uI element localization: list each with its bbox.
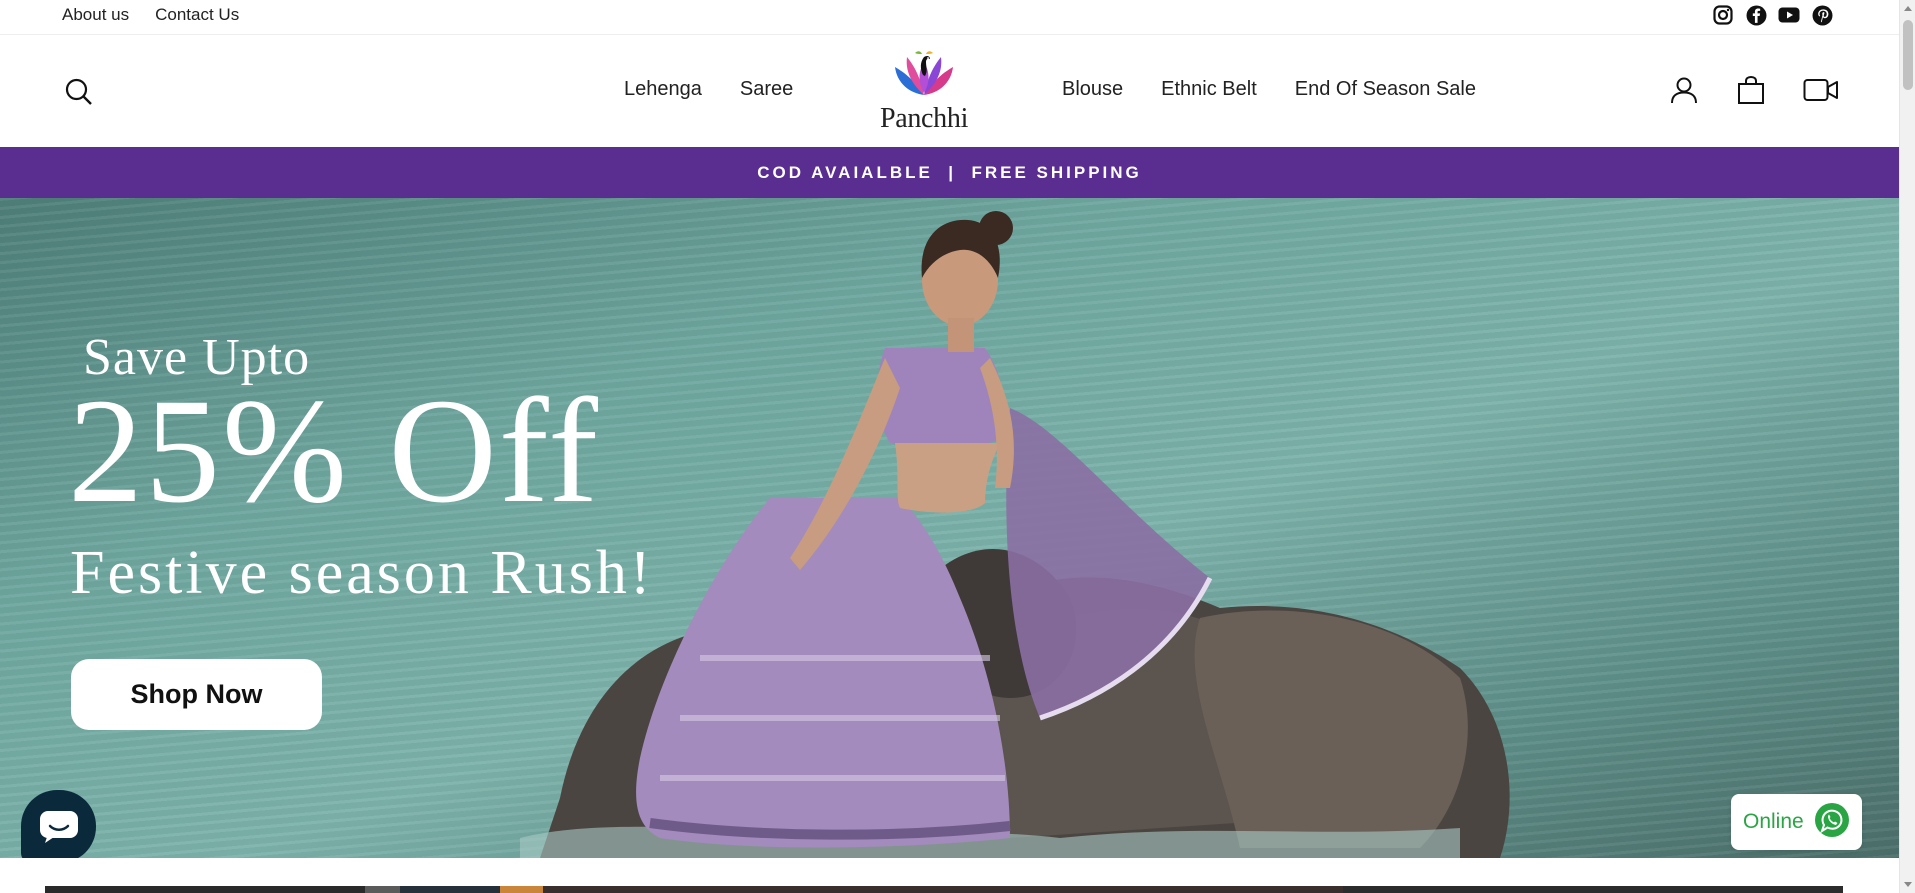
next-section-preview bbox=[0, 858, 1899, 893]
nav-item-end-of-season-sale[interactable]: End Of Season Sale bbox=[1295, 78, 1476, 101]
facebook-icon[interactable] bbox=[1745, 4, 1767, 26]
search-icon[interactable] bbox=[64, 77, 94, 107]
chat-icon bbox=[39, 810, 78, 843]
nav-item-lehenga[interactable]: Lehenga bbox=[624, 78, 702, 101]
site-header: Lehenga Saree Panchhi Blouse Ethnic Belt… bbox=[0, 35, 1899, 147]
hero-banner[interactable]: Save Upto 25% Off Festive season Rush! S… bbox=[0, 198, 1899, 858]
scroll-down-arrow-icon[interactable] bbox=[1904, 882, 1912, 887]
announcement-bar: COD AVAIALBLE | FREE SHIPPING bbox=[0, 147, 1899, 198]
announcement-text: COD AVAIALBLE | FREE SHIPPING bbox=[757, 163, 1142, 182]
utility-links: About us Contact Us bbox=[62, 5, 239, 25]
header-icons bbox=[1669, 75, 1839, 105]
cart-icon[interactable] bbox=[1737, 75, 1765, 105]
whatsapp-widget[interactable]: Online bbox=[1731, 794, 1862, 850]
instagram-icon[interactable] bbox=[1712, 4, 1734, 26]
bird-logo-icon bbox=[895, 51, 953, 95]
nav-left: Lehenga Saree bbox=[624, 78, 793, 101]
social-links bbox=[1712, 4, 1833, 26]
hero-line-festive: Festive season Rush! bbox=[70, 539, 654, 607]
next-section-thumbnails bbox=[45, 886, 1843, 893]
hero-line-discount: 25% Off bbox=[68, 368, 600, 534]
chat-widget-button[interactable] bbox=[21, 790, 96, 863]
scroll-thumb[interactable] bbox=[1903, 20, 1913, 90]
video-icon[interactable] bbox=[1803, 77, 1839, 103]
scroll-up-arrow-icon[interactable] bbox=[1904, 6, 1912, 11]
page-scrollbar[interactable] bbox=[1899, 0, 1915, 893]
pinterest-icon[interactable] bbox=[1811, 4, 1833, 26]
youtube-icon[interactable] bbox=[1778, 4, 1800, 26]
logo-text: Panchhi bbox=[879, 103, 969, 134]
contact-us-link[interactable]: Contact Us bbox=[155, 5, 239, 25]
whatsapp-status-label: Online bbox=[1743, 810, 1804, 833]
logo[interactable]: Panchhi bbox=[872, 45, 976, 145]
utility-bar: About us Contact Us bbox=[0, 0, 1899, 35]
shop-now-button[interactable]: Shop Now bbox=[71, 659, 322, 730]
account-icon[interactable] bbox=[1669, 75, 1699, 105]
nav-item-saree[interactable]: Saree bbox=[740, 78, 793, 101]
nav-item-ethnic-belt[interactable]: Ethnic Belt bbox=[1161, 78, 1257, 101]
whatsapp-icon bbox=[1814, 802, 1850, 843]
nav-item-blouse[interactable]: Blouse bbox=[1062, 78, 1123, 101]
nav-right: Blouse Ethnic Belt End Of Season Sale bbox=[1062, 78, 1476, 101]
about-us-link[interactable]: About us bbox=[62, 5, 129, 25]
